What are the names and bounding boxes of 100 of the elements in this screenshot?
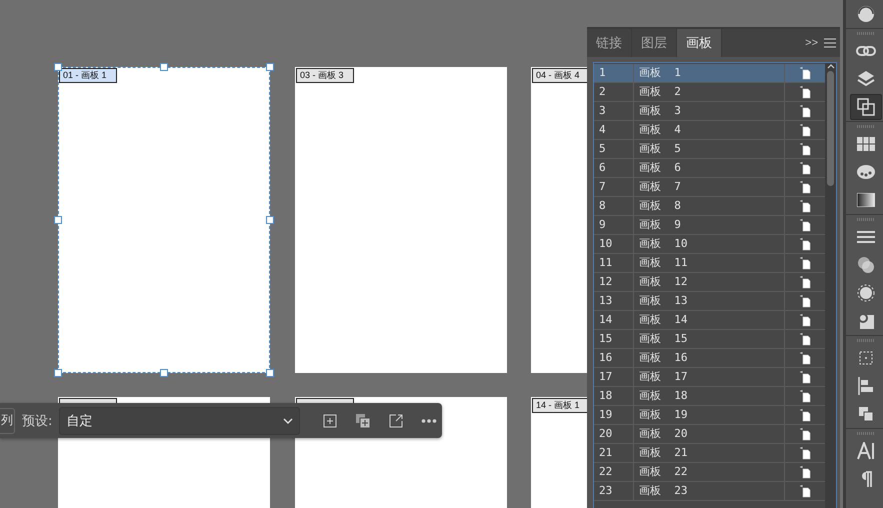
artboard-name: 画板 19 bbox=[634, 406, 785, 424]
duplicate-icon[interactable] bbox=[355, 412, 371, 428]
dock-button[interactable] bbox=[850, 94, 882, 120]
artboard[interactable]: 01 - 画板 1 bbox=[58, 67, 270, 373]
page-icon[interactable] bbox=[800, 104, 810, 118]
artboard-row[interactable]: 16 画板 16 bbox=[594, 349, 825, 368]
artboard-row[interactable]: 3 画板 3 bbox=[594, 102, 825, 121]
sync-icon bbox=[856, 4, 876, 24]
page-icon[interactable] bbox=[800, 446, 810, 460]
selection-handle[interactable] bbox=[266, 63, 274, 71]
paragraph-icon bbox=[860, 471, 872, 487]
transparency-icon bbox=[857, 256, 875, 274]
artboard-name: 画板 20 bbox=[634, 425, 785, 443]
preset-dropdown[interactable]: 自定 bbox=[59, 406, 300, 434]
selection-handle[interactable] bbox=[160, 63, 168, 71]
artboard-number: 14 bbox=[594, 311, 634, 329]
artboard-number: 6 bbox=[594, 159, 634, 177]
artboard-name: 画板 8 bbox=[634, 197, 785, 215]
page-icon[interactable] bbox=[800, 390, 810, 402]
artboard-row[interactable]: 13 画板 13 bbox=[594, 292, 825, 311]
page-icon[interactable] bbox=[800, 466, 810, 478]
page-icon[interactable] bbox=[800, 352, 810, 364]
page-icon[interactable] bbox=[800, 238, 810, 250]
grip-icon[interactable] bbox=[857, 32, 875, 34]
artboard-row[interactable]: 15 画板 15 bbox=[594, 330, 825, 349]
artboard-name: 画板 18 bbox=[634, 387, 785, 405]
artboard-number: 9 bbox=[594, 216, 634, 234]
swatches-icon bbox=[857, 137, 875, 151]
selection-handle[interactable] bbox=[266, 369, 274, 377]
page-icon[interactable] bbox=[800, 180, 810, 194]
scrollbar-thumb[interactable] bbox=[827, 71, 834, 186]
transform-icon bbox=[858, 350, 874, 366]
selection-handle[interactable] bbox=[160, 369, 168, 377]
artboard[interactable]: 14 - 画板 1 bbox=[531, 397, 587, 508]
artboard-name: 画板 23 bbox=[634, 482, 785, 500]
artboard-row[interactable]: 14 画板 14 bbox=[594, 311, 825, 330]
scrollbar[interactable] bbox=[825, 63, 836, 508]
artboard-row[interactable]: 20 画板 20 bbox=[594, 425, 825, 444]
artboard-row[interactable]: 10 画板 10 bbox=[594, 235, 825, 254]
grip-icon[interactable] bbox=[857, 218, 875, 220]
page-icon[interactable] bbox=[800, 408, 810, 422]
artboard-number: 17 bbox=[594, 368, 634, 386]
artboard-number: 11 bbox=[594, 254, 634, 272]
export-icon[interactable] bbox=[388, 412, 404, 428]
page-icon[interactable] bbox=[800, 370, 810, 384]
overflow-button[interactable]: >> bbox=[805, 37, 818, 49]
toolbar-button[interactable]: 列 bbox=[0, 408, 15, 434]
artboard-name: 画板 7 bbox=[634, 178, 785, 196]
artboard-name: 画板 13 bbox=[634, 292, 785, 310]
artboard-row[interactable]: 19 画板 19 bbox=[594, 406, 825, 425]
artboard-number: 8 bbox=[594, 197, 634, 215]
artboard-row[interactable]: 12 画板 12 bbox=[594, 273, 825, 292]
page-icon[interactable] bbox=[800, 484, 810, 498]
artboard-label: 01 - 画板 1 bbox=[59, 68, 117, 83]
artboard-name: 画板 4 bbox=[634, 121, 785, 139]
panel-tab[interactable]: 画板 bbox=[677, 29, 722, 57]
new-artboard-icon[interactable] bbox=[322, 412, 338, 428]
artboard-row[interactable]: 9 画板 9 bbox=[594, 216, 825, 235]
artboard-row[interactable]: 6 画板 6 bbox=[594, 159, 825, 178]
scroll-up-icon[interactable] bbox=[826, 63, 834, 69]
page-icon[interactable] bbox=[800, 124, 810, 136]
artboard-row[interactable]: 8 画板 8 bbox=[594, 197, 825, 216]
page-icon[interactable] bbox=[800, 314, 810, 326]
artboard[interactable]: 04 - 画板 4 bbox=[531, 67, 587, 373]
page-icon[interactable] bbox=[800, 276, 810, 288]
artboard-row[interactable]: 23 画板 23 bbox=[594, 482, 825, 501]
page-icon[interactable] bbox=[800, 86, 810, 98]
artboard-row[interactable]: 17 画板 17 bbox=[594, 368, 825, 387]
page-icon[interactable] bbox=[800, 256, 810, 270]
artboard-row[interactable]: 11 画板 11 bbox=[594, 254, 825, 273]
selection-handle[interactable] bbox=[54, 63, 62, 71]
grip-icon[interactable] bbox=[857, 338, 875, 342]
artboard-row[interactable]: 18 画板 18 bbox=[594, 387, 825, 406]
menu-icon[interactable] bbox=[824, 38, 836, 48]
selection-handle[interactable] bbox=[54, 216, 62, 224]
grip-icon[interactable] bbox=[857, 432, 875, 434]
artboard-name: 画板 1 bbox=[634, 64, 785, 82]
artboard-row[interactable]: 4 画板 4 bbox=[594, 121, 825, 140]
align-icon bbox=[858, 377, 874, 395]
page-icon[interactable] bbox=[800, 200, 810, 212]
selection-handle[interactable] bbox=[266, 216, 274, 224]
page-icon[interactable] bbox=[800, 294, 810, 308]
page-icon[interactable] bbox=[800, 162, 810, 174]
artboard-row[interactable]: 22 画板 22 bbox=[594, 463, 825, 482]
artboard-row[interactable]: 2 画板 2 bbox=[594, 83, 825, 102]
page-icon[interactable] bbox=[800, 142, 810, 156]
selection-handle[interactable] bbox=[54, 369, 62, 377]
page-icon[interactable] bbox=[800, 218, 810, 232]
artboard-number: 7 bbox=[594, 178, 634, 196]
artboard[interactable]: 03 - 画板 3 bbox=[295, 67, 507, 373]
artboard-row[interactable]: 1 画板 1 bbox=[594, 64, 825, 83]
artboard-row[interactable]: 7 画板 7 bbox=[594, 178, 825, 197]
grip-icon[interactable] bbox=[857, 124, 875, 128]
layers-icon bbox=[857, 70, 875, 88]
page-icon[interactable] bbox=[800, 332, 810, 346]
page-icon[interactable] bbox=[800, 66, 810, 80]
artboard-row[interactable]: 21 画板 21 bbox=[594, 444, 825, 463]
artboard-row[interactable]: 5 画板 5 bbox=[594, 140, 825, 159]
page-icon[interactable] bbox=[800, 428, 810, 440]
artboard-name: 画板 9 bbox=[634, 216, 785, 234]
